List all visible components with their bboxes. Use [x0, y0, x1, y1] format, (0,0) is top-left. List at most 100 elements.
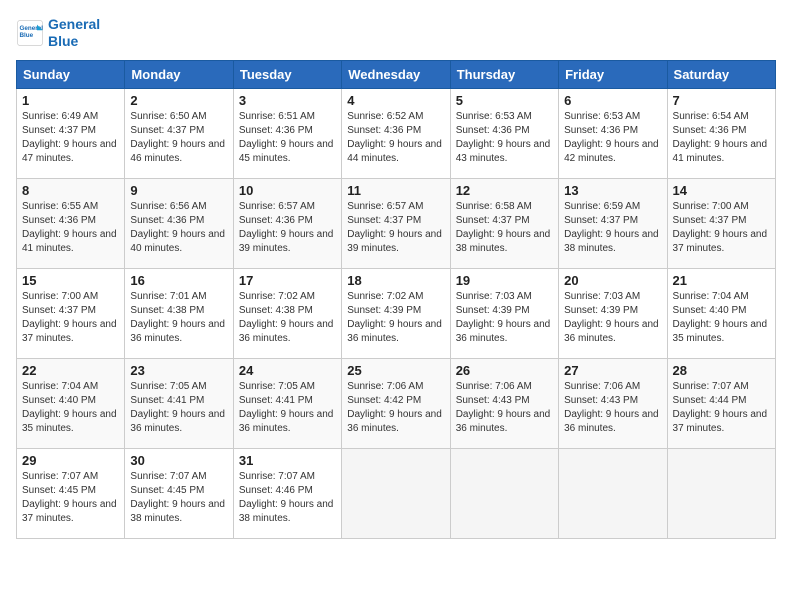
calendar-header-cell: Saturday [667, 60, 775, 88]
day-number: 8 [22, 183, 119, 198]
day-info: Sunrise: 7:00 AM Sunset: 4:37 PM Dayligh… [22, 290, 119, 346]
calendar-header-cell: Wednesday [342, 60, 450, 88]
day-number: 20 [564, 273, 661, 288]
header: General Blue General Blue [16, 16, 776, 50]
day-number: 17 [239, 273, 336, 288]
day-number: 21 [673, 273, 770, 288]
calendar-cell: 16 Sunrise: 7:01 AM Sunset: 4:38 PM Dayl… [125, 268, 233, 358]
day-number: 26 [456, 363, 553, 378]
day-number: 5 [456, 93, 553, 108]
day-number: 23 [130, 363, 227, 378]
day-info: Sunrise: 7:03 AM Sunset: 4:39 PM Dayligh… [564, 290, 661, 346]
day-number: 15 [22, 273, 119, 288]
calendar-cell: 18 Sunrise: 7:02 AM Sunset: 4:39 PM Dayl… [342, 268, 450, 358]
day-number: 28 [673, 363, 770, 378]
day-info: Sunrise: 7:07 AM Sunset: 4:45 PM Dayligh… [130, 470, 227, 526]
day-info: Sunrise: 7:06 AM Sunset: 4:42 PM Dayligh… [347, 380, 444, 436]
calendar-cell: 8 Sunrise: 6:55 AM Sunset: 4:36 PM Dayli… [17, 178, 125, 268]
calendar-cell: 5 Sunrise: 6:53 AM Sunset: 4:36 PM Dayli… [450, 88, 558, 178]
calendar-cell: 12 Sunrise: 6:58 AM Sunset: 4:37 PM Dayl… [450, 178, 558, 268]
day-info: Sunrise: 7:06 AM Sunset: 4:43 PM Dayligh… [564, 380, 661, 436]
day-number: 18 [347, 273, 444, 288]
calendar-cell: 20 Sunrise: 7:03 AM Sunset: 4:39 PM Dayl… [559, 268, 667, 358]
day-info: Sunrise: 6:57 AM Sunset: 4:36 PM Dayligh… [239, 200, 336, 256]
day-number: 3 [239, 93, 336, 108]
day-number: 24 [239, 363, 336, 378]
calendar-cell: 23 Sunrise: 7:05 AM Sunset: 4:41 PM Dayl… [125, 358, 233, 448]
day-number: 10 [239, 183, 336, 198]
calendar-cell: 29 Sunrise: 7:07 AM Sunset: 4:45 PM Dayl… [17, 448, 125, 538]
day-number: 7 [673, 93, 770, 108]
calendar-header-cell: Thursday [450, 60, 558, 88]
calendar-cell: 28 Sunrise: 7:07 AM Sunset: 4:44 PM Dayl… [667, 358, 775, 448]
day-info: Sunrise: 7:05 AM Sunset: 4:41 PM Dayligh… [130, 380, 227, 436]
calendar-cell: 6 Sunrise: 6:53 AM Sunset: 4:36 PM Dayli… [559, 88, 667, 178]
calendar-row: 29 Sunrise: 7:07 AM Sunset: 4:45 PM Dayl… [17, 448, 776, 538]
calendar-cell: 2 Sunrise: 6:50 AM Sunset: 4:37 PM Dayli… [125, 88, 233, 178]
day-info: Sunrise: 6:49 AM Sunset: 4:37 PM Dayligh… [22, 110, 119, 166]
day-info: Sunrise: 6:51 AM Sunset: 4:36 PM Dayligh… [239, 110, 336, 166]
calendar-cell: 24 Sunrise: 7:05 AM Sunset: 4:41 PM Dayl… [233, 358, 341, 448]
day-number: 31 [239, 453, 336, 468]
day-info: Sunrise: 6:58 AM Sunset: 4:37 PM Dayligh… [456, 200, 553, 256]
day-info: Sunrise: 6:50 AM Sunset: 4:37 PM Dayligh… [130, 110, 227, 166]
calendar-row: 8 Sunrise: 6:55 AM Sunset: 4:36 PM Dayli… [17, 178, 776, 268]
day-info: Sunrise: 6:56 AM Sunset: 4:36 PM Dayligh… [130, 200, 227, 256]
logo: General Blue General Blue [16, 16, 100, 50]
day-info: Sunrise: 7:05 AM Sunset: 4:41 PM Dayligh… [239, 380, 336, 436]
calendar-cell: 3 Sunrise: 6:51 AM Sunset: 4:36 PM Dayli… [233, 88, 341, 178]
day-info: Sunrise: 7:02 AM Sunset: 4:39 PM Dayligh… [347, 290, 444, 346]
day-number: 2 [130, 93, 227, 108]
calendar-cell: 22 Sunrise: 7:04 AM Sunset: 4:40 PM Dayl… [17, 358, 125, 448]
day-info: Sunrise: 7:06 AM Sunset: 4:43 PM Dayligh… [456, 380, 553, 436]
day-info: Sunrise: 6:57 AM Sunset: 4:37 PM Dayligh… [347, 200, 444, 256]
calendar-row: 22 Sunrise: 7:04 AM Sunset: 4:40 PM Dayl… [17, 358, 776, 448]
day-number: 29 [22, 453, 119, 468]
day-number: 19 [456, 273, 553, 288]
calendar-cell: 15 Sunrise: 7:00 AM Sunset: 4:37 PM Dayl… [17, 268, 125, 358]
day-number: 30 [130, 453, 227, 468]
day-info: Sunrise: 7:03 AM Sunset: 4:39 PM Dayligh… [456, 290, 553, 346]
day-info: Sunrise: 6:55 AM Sunset: 4:36 PM Dayligh… [22, 200, 119, 256]
day-info: Sunrise: 7:02 AM Sunset: 4:38 PM Dayligh… [239, 290, 336, 346]
day-info: Sunrise: 6:52 AM Sunset: 4:36 PM Dayligh… [347, 110, 444, 166]
calendar-cell: 4 Sunrise: 6:52 AM Sunset: 4:36 PM Dayli… [342, 88, 450, 178]
day-number: 27 [564, 363, 661, 378]
calendar-header-cell: Monday [125, 60, 233, 88]
day-info: Sunrise: 7:04 AM Sunset: 4:40 PM Dayligh… [22, 380, 119, 436]
day-number: 1 [22, 93, 119, 108]
calendar-cell: 9 Sunrise: 6:56 AM Sunset: 4:36 PM Dayli… [125, 178, 233, 268]
calendar-cell [667, 448, 775, 538]
calendar-cell: 13 Sunrise: 6:59 AM Sunset: 4:37 PM Dayl… [559, 178, 667, 268]
calendar-cell [450, 448, 558, 538]
calendar-body: 1 Sunrise: 6:49 AM Sunset: 4:37 PM Dayli… [17, 88, 776, 538]
calendar-cell: 26 Sunrise: 7:06 AM Sunset: 4:43 PM Dayl… [450, 358, 558, 448]
day-number: 16 [130, 273, 227, 288]
logo-text: General Blue [48, 16, 100, 50]
day-number: 6 [564, 93, 661, 108]
calendar-cell: 11 Sunrise: 6:57 AM Sunset: 4:37 PM Dayl… [342, 178, 450, 268]
day-info: Sunrise: 7:07 AM Sunset: 4:44 PM Dayligh… [673, 380, 770, 436]
calendar-cell: 27 Sunrise: 7:06 AM Sunset: 4:43 PM Dayl… [559, 358, 667, 448]
day-info: Sunrise: 6:53 AM Sunset: 4:36 PM Dayligh… [456, 110, 553, 166]
day-info: Sunrise: 7:07 AM Sunset: 4:45 PM Dayligh… [22, 470, 119, 526]
day-info: Sunrise: 6:53 AM Sunset: 4:36 PM Dayligh… [564, 110, 661, 166]
calendar-cell: 21 Sunrise: 7:04 AM Sunset: 4:40 PM Dayl… [667, 268, 775, 358]
day-info: Sunrise: 6:59 AM Sunset: 4:37 PM Dayligh… [564, 200, 661, 256]
calendar-cell: 19 Sunrise: 7:03 AM Sunset: 4:39 PM Dayl… [450, 268, 558, 358]
day-number: 12 [456, 183, 553, 198]
day-info: Sunrise: 7:04 AM Sunset: 4:40 PM Dayligh… [673, 290, 770, 346]
svg-text:Blue: Blue [20, 32, 34, 39]
day-info: Sunrise: 6:54 AM Sunset: 4:36 PM Dayligh… [673, 110, 770, 166]
calendar-row: 1 Sunrise: 6:49 AM Sunset: 4:37 PM Dayli… [17, 88, 776, 178]
day-info: Sunrise: 7:07 AM Sunset: 4:46 PM Dayligh… [239, 470, 336, 526]
calendar-cell [342, 448, 450, 538]
calendar-cell: 25 Sunrise: 7:06 AM Sunset: 4:42 PM Dayl… [342, 358, 450, 448]
day-number: 4 [347, 93, 444, 108]
day-number: 13 [564, 183, 661, 198]
calendar-cell: 7 Sunrise: 6:54 AM Sunset: 4:36 PM Dayli… [667, 88, 775, 178]
calendar-cell: 1 Sunrise: 6:49 AM Sunset: 4:37 PM Dayli… [17, 88, 125, 178]
calendar-cell: 31 Sunrise: 7:07 AM Sunset: 4:46 PM Dayl… [233, 448, 341, 538]
calendar-header-cell: Friday [559, 60, 667, 88]
day-info: Sunrise: 7:00 AM Sunset: 4:37 PM Dayligh… [673, 200, 770, 256]
